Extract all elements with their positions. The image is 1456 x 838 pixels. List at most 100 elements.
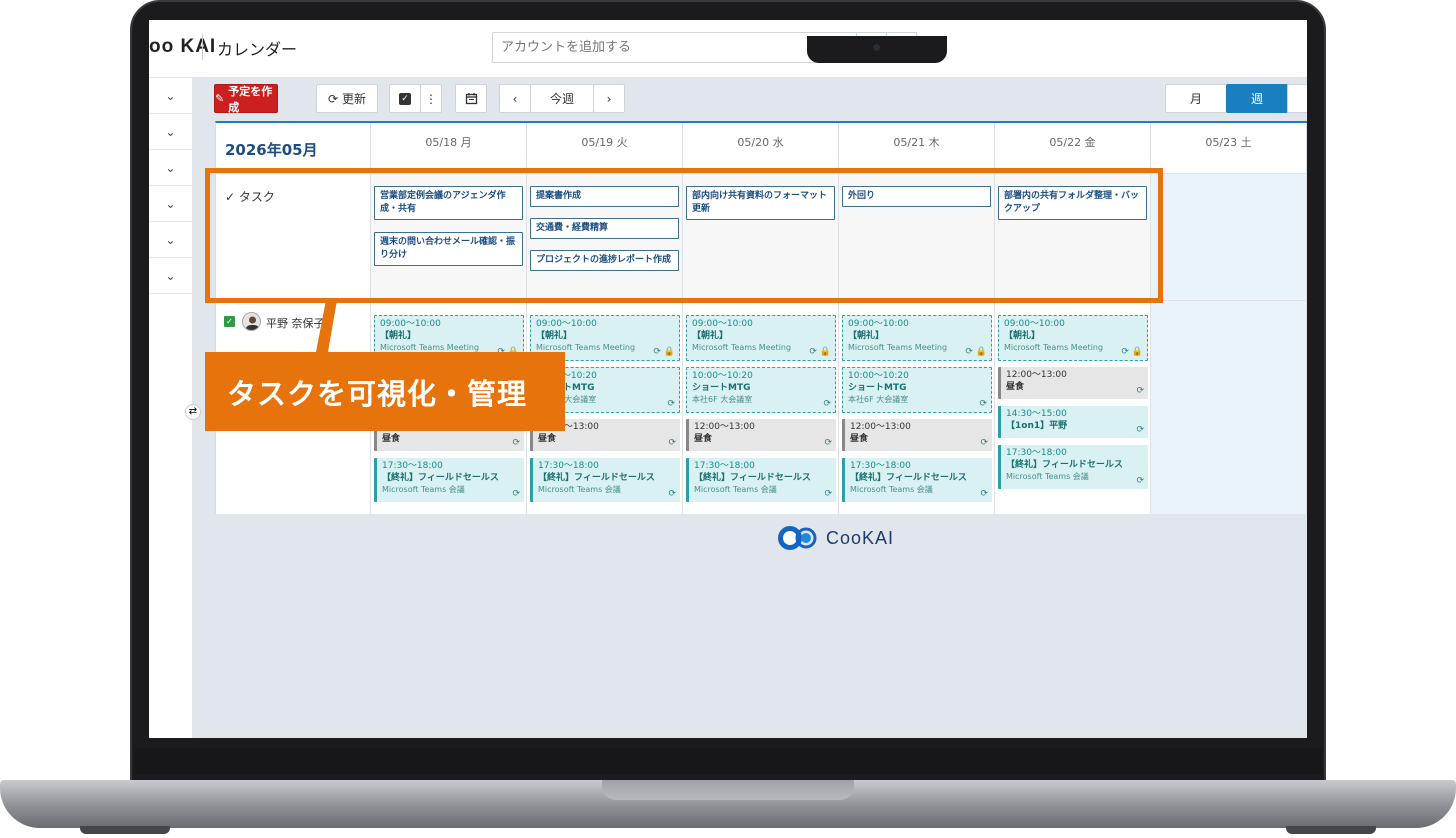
month-view-button[interactable]: 月 [1165, 84, 1227, 113]
recurring-icon: ⟳ [512, 438, 520, 448]
more-menu-button[interactable]: ⋮ [420, 84, 442, 113]
calendar-event[interactable]: 12:00〜13:00 昼食 ⟳ [686, 419, 836, 451]
task-day-cell-saturday[interactable] [1151, 174, 1307, 300]
event-location: Microsoft Teams 会議 [694, 485, 777, 494]
day-header[interactable]: 05/19 火 [527, 123, 683, 173]
chevron-left-icon: ‹ [512, 91, 518, 106]
swap-arrows-icon[interactable]: ⇄ [185, 404, 201, 420]
create-event-button[interactable]: ✎ 予定を作成 [214, 84, 278, 114]
day-header[interactable]: 05/21 木 [839, 123, 995, 173]
event-title: 昼食 [382, 434, 401, 444]
recurring-icon: ⟳ [980, 438, 988, 448]
calendar-event[interactable]: 17:30〜18:00 【終礼】フィールドセールス Microsoft Teams … [686, 458, 836, 502]
app-logo[interactable]: oo KAI [149, 36, 216, 58]
brand-name: CooKAI [826, 527, 895, 548]
day-view-button[interactable] [1287, 84, 1307, 113]
person-day-cell[interactable]: 09:00〜10:00【朝礼】Microsoft Teams Meeting⟳ … [839, 301, 995, 514]
chevron-down-icon[interactable]: ⌄ [149, 186, 192, 222]
task-toggle-button[interactable]: ✓ [389, 84, 421, 113]
recurring-icon: ⟳ [667, 399, 675, 409]
app-header: oo KAI カレンダー ▼ [149, 20, 1307, 78]
event-title: ショートMTG [692, 383, 751, 393]
month-cell: 2026年05月 [216, 123, 371, 173]
event-title: 【終礼】フィールドセールス [538, 473, 655, 483]
event-title: 【終礼】フィールドセールス [382, 473, 499, 483]
calendar-icon [465, 93, 477, 105]
calendar-event[interactable]: 09:00〜10:00【朝礼】Microsoft Teams Meeting⟳ … [842, 315, 992, 361]
event-location: Microsoft Teams 会議 [538, 485, 621, 494]
callout-label: タスクを可視化・管理 [205, 352, 565, 431]
recurring-icon: ⟳ [668, 438, 676, 448]
refresh-label: 更新 [342, 92, 367, 106]
pencil-icon: ✎ [215, 92, 225, 105]
chevron-down-icon[interactable]: ⌄ [149, 78, 192, 114]
calendar-event[interactable]: 10:00〜10:20 ショートMTG 本社6F 大会議室 ⟳ [842, 367, 992, 413]
day-header[interactable]: 05/22 金 [995, 123, 1151, 173]
event-location: 本社6F 大会議室 [848, 395, 909, 404]
refresh-icon: ⟳ [327, 91, 339, 106]
day-header[interactable]: 05/23 土 [1151, 123, 1307, 173]
refresh-button[interactable]: ⟳ 更新 [316, 84, 378, 113]
event-time: 12:00〜13:00 [1006, 370, 1067, 380]
event-title: 【朝礼】 [536, 331, 573, 341]
calendar-event[interactable]: 09:00〜10:00【朝礼】Microsoft Teams Meeting⟳ … [686, 315, 836, 361]
person-day-cell[interactable]: 09:00〜10:00【朝礼】Microsoft Teams Meeting⟳ … [683, 301, 839, 514]
camera-icon [873, 44, 880, 51]
event-title: 【1on1】平野 [1006, 421, 1068, 431]
recurring-icon: ⟳ 🔒 [1121, 347, 1143, 357]
event-time: 17:30〜18:00 [538, 461, 599, 471]
event-time: 12:00〜13:00 [850, 422, 911, 432]
day-header[interactable]: 05/18 月 [371, 123, 527, 173]
calendar-event[interactable]: 12:00〜13:00 昼食 ⟳ [998, 367, 1148, 399]
account-search-input[interactable] [492, 32, 858, 63]
avatar[interactable] [242, 312, 261, 331]
event-title: 【終礼】フィールドセールス [850, 473, 967, 483]
event-time: 17:30〜18:00 [850, 461, 911, 471]
event-time: 14:30〜15:00 [1006, 409, 1067, 419]
event-title: ショートMTG [848, 383, 907, 393]
laptop-chin [135, 748, 1322, 774]
event-time: 09:00〜10:00 [380, 319, 441, 329]
person-day-cell[interactable]: 09:00〜10:00【朝礼】Microsoft Teams Meeting⟳ … [995, 301, 1151, 514]
chevron-right-icon: › [606, 91, 612, 106]
event-title: 【朝礼】 [692, 331, 729, 341]
task-highlight-box [205, 168, 1163, 303]
date-picker-button[interactable] [455, 84, 487, 113]
event-title: 昼食 [1006, 382, 1025, 392]
event-title: 昼食 [850, 434, 869, 444]
recurring-icon: ⟳ [512, 489, 520, 499]
chevron-down-icon[interactable]: ⌄ [149, 222, 192, 258]
person-day-cell-saturday[interactable] [1151, 301, 1307, 514]
event-location: Microsoft Teams 会議 [850, 485, 933, 494]
page-title: カレンダー [217, 40, 298, 59]
person-checkbox[interactable]: ✓ [224, 316, 235, 327]
calendar-event[interactable]: 17:30〜18:00 【終礼】フィールドセールス Microsoft Teams … [998, 445, 1148, 489]
event-title: 【朝礼】 [848, 331, 885, 341]
recurring-icon: ⟳ 🔒 [809, 347, 831, 357]
calendar-event[interactable]: 17:30〜18:00 【終礼】フィールドセールス Microsoft Teams … [374, 458, 524, 502]
this-week-button[interactable]: 今週 [530, 84, 594, 113]
calendar-event[interactable]: 17:30〜18:00 【終礼】フィールドセールス Microsoft Teams … [530, 458, 680, 502]
week-view-button[interactable]: 週 [1226, 84, 1288, 113]
event-title: 【終礼】フィールドセールス [694, 473, 811, 483]
laptop-base-notch [602, 780, 854, 800]
calendar-event[interactable]: 09:00〜10:00【朝礼】Microsoft Teams Meeting⟳ … [998, 315, 1148, 361]
event-time: 17:30〜18:00 [694, 461, 755, 471]
event-time: 10:00〜10:20 [692, 371, 753, 381]
calendar-event[interactable]: 17:30〜18:00 【終礼】フィールドセールス Microsoft Teams … [842, 458, 992, 502]
day-header[interactable]: 05/20 水 [683, 123, 839, 173]
calendar-event[interactable]: 14:30〜15:00 【1on1】平野 ⟳ [998, 406, 1148, 438]
laptop-foot-right [1286, 826, 1376, 834]
chevron-down-icon[interactable]: ⌄ [149, 114, 192, 150]
next-week-button[interactable]: › [593, 84, 625, 113]
recurring-icon: ⟳ [979, 399, 987, 409]
event-title: 【朝礼】 [1004, 331, 1041, 341]
more-vertical-icon: ⋮ [425, 91, 437, 106]
recurring-icon: ⟳ 🔒 [653, 347, 675, 357]
event-time: 09:00〜10:00 [848, 319, 909, 329]
chevron-down-icon[interactable]: ⌄ [149, 258, 192, 294]
prev-week-button[interactable]: ‹ [499, 84, 531, 113]
calendar-event[interactable]: 12:00〜13:00 昼食 ⟳ [842, 419, 992, 451]
calendar-event[interactable]: 10:00〜10:20 ショートMTG 本社6F 大会議室 ⟳ [686, 367, 836, 413]
chevron-down-icon[interactable]: ⌄ [149, 150, 192, 186]
